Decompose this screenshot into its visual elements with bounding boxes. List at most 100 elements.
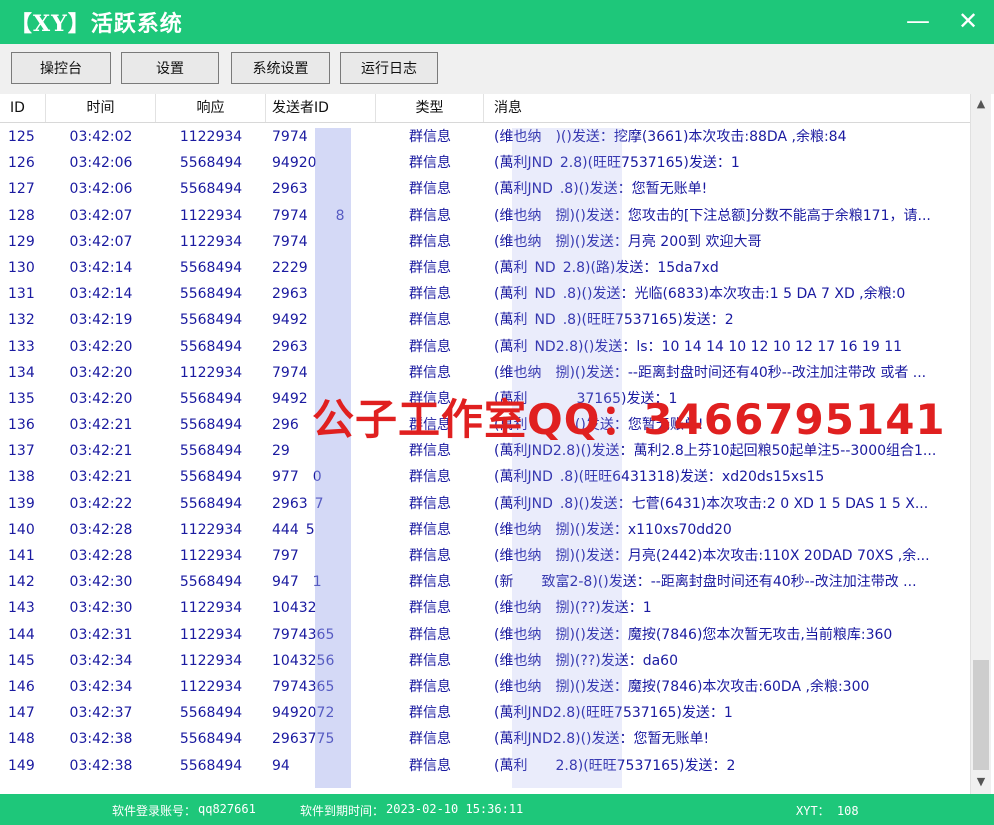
cell-type: 群信息 <box>409 574 451 591</box>
column-header-message[interactable]: 消息 <box>484 94 970 122</box>
cell-id: 127 <box>8 181 35 198</box>
cell-id: 135 <box>8 390 35 407</box>
cell-type: 群信息 <box>409 652 451 669</box>
cell-id: 141 <box>8 548 35 564</box>
cell-response: 5568494 <box>179 443 243 460</box>
cell-id: 125 <box>8 129 35 145</box>
cell-id: 131 <box>8 286 35 303</box>
cell-time: 03:42:28 <box>69 521 133 538</box>
cell-response: 5568494 <box>179 338 243 355</box>
blur-overlay <box>315 128 351 788</box>
table-row[interactable]: 130 03:42:14 5568494 2229 群信息 (萬利 ND 2.8)(路)… <box>0 255 970 281</box>
account-label: 软件登录账号： <box>112 804 197 818</box>
scroll-down-icon[interactable]: ▼ <box>971 772 991 792</box>
table-row[interactable]: 128 03:42:07 1122934 7974 8 群信息 (维也纳 捌)()发送：您… <box>0 203 970 229</box>
cell-id: 144 <box>8 626 35 643</box>
status-bar: 软件登录账号： qq827661 软件到期时间： 2023-02-10 15:3… <box>0 794 994 825</box>
minimize-button[interactable]: — <box>906 6 930 36</box>
cell-type: 群信息 <box>409 207 451 224</box>
cell-response: 5568494 <box>179 757 243 774</box>
vertical-scrollbar[interactable]: ▲ ▼ <box>970 94 991 794</box>
cell-response: 5568494 <box>179 155 243 172</box>
column-header-type[interactable]: 类型 <box>376 94 484 122</box>
cell-time: 03:42:30 <box>69 600 133 617</box>
cell-id: 147 <box>8 705 35 722</box>
close-button[interactable]: ✕ <box>958 6 978 36</box>
table-row[interactable]: 126 03:42:06 5568494 94920 群信息 (萬利JND 2.8)(旺… <box>0 150 970 176</box>
table-row[interactable]: 149 03:42:38 5568494 94 群信息 (萬利 2.8)(旺旺75371… <box>0 753 970 779</box>
cell-type: 群信息 <box>409 548 451 564</box>
cell-response: 5568494 <box>179 469 243 486</box>
cell-response: 5568494 <box>179 731 243 748</box>
blur-overlay <box>512 128 622 788</box>
table-row[interactable]: 143 03:42:30 1122934 10432 群信息 (维也纳 捌)(??)发送… <box>0 595 970 621</box>
cell-response: 5568494 <box>179 574 243 591</box>
cell-time: 03:42:21 <box>69 443 133 460</box>
table-row[interactable]: 148 03:42:38 5568494 2963775 群信息 (萬利JND2.8)(… <box>0 726 970 752</box>
cell-response: 5568494 <box>179 312 243 329</box>
table-row[interactable]: 131 03:42:14 5568494 2963 群信息 (萬利 ND .8)()发送… <box>0 281 970 307</box>
cell-id: 138 <box>8 469 35 486</box>
settings-button[interactable]: 设置 <box>121 52 219 84</box>
cell-type: 群信息 <box>409 495 451 512</box>
table-row[interactable]: 146 03:42:34 1122934 7974365 群信息 (维也纳 捌)()发送… <box>0 674 970 700</box>
cell-time: 03:42:14 <box>69 286 133 303</box>
cell-id: 149 <box>8 757 35 774</box>
cell-time: 03:42:30 <box>69 574 133 591</box>
cell-time: 03:42:28 <box>69 548 133 564</box>
cell-id: 133 <box>8 338 35 355</box>
cell-response: 1122934 <box>179 626 243 643</box>
scrollbar-thumb[interactable] <box>973 660 989 770</box>
table-row[interactable]: 129 03:42:07 1122934 7974 群信息 (维也纳 捌)()发送：月亮… <box>0 229 970 255</box>
cell-type: 群信息 <box>409 469 451 486</box>
cell-response: 1122934 <box>179 233 243 250</box>
table-row[interactable]: 138 03:42:21 5568494 977 0 群信息 (萬利JND .8)(旺旺… <box>0 464 970 490</box>
column-header-id[interactable]: ID <box>0 94 46 122</box>
window-title: 【XY】活跃系统 <box>10 11 183 37</box>
cell-type: 群信息 <box>409 731 451 748</box>
cell-time: 03:42:20 <box>69 390 133 407</box>
run-log-button[interactable]: 运行日志 <box>340 52 438 84</box>
table-row[interactable]: 132 03:42:19 5568494 9492 群信息 (萬利 ND .8)(旺旺7… <box>0 307 970 333</box>
cell-response: 5568494 <box>179 390 243 407</box>
system-settings-button[interactable]: 系统设置 <box>231 52 330 84</box>
expire-label: 软件到期时间： <box>300 804 385 818</box>
table-row[interactable]: 145 03:42:34 1122934 1043256 群信息 (维也纳 捌)(??)… <box>0 648 970 674</box>
table-row[interactable]: 139 03:42:22 5568494 2963 7 群信息 (萬利JND .8)()… <box>0 491 970 517</box>
cell-time: 03:42:06 <box>69 181 133 198</box>
expire-value: 2023-02-10 15:36:11 <box>386 802 524 816</box>
cell-time: 03:42:21 <box>69 469 133 486</box>
table-row[interactable]: 142 03:42:30 5568494 947 1 群信息 (新 致富2-8)()发送… <box>0 569 970 595</box>
column-header-response[interactable]: 响应 <box>156 94 266 122</box>
column-header-sender-id[interactable]: 发送者ID <box>266 94 376 122</box>
cell-response: 1122934 <box>179 548 243 564</box>
cell-id: 134 <box>8 364 35 381</box>
column-header-time[interactable]: 时间 <box>46 94 156 122</box>
cell-time: 03:42:07 <box>69 207 133 224</box>
table-row[interactable]: 147 03:42:37 5568494 9492072 群信息 (萬利JND2.8)(… <box>0 700 970 726</box>
cell-response: 1122934 <box>179 652 243 669</box>
cell-type: 群信息 <box>409 705 451 722</box>
watermark: 公子工作室QQ：3466795141 <box>312 395 946 444</box>
cell-time: 03:42:19 <box>69 312 133 329</box>
table-row[interactable]: 133 03:42:20 5568494 2963 群信息 (萬利 ND2.8)()发送… <box>0 334 970 360</box>
table-row[interactable]: 144 03:42:31 1122934 7974365 群信息 (维也纳 捌)()发送… <box>0 622 970 648</box>
cell-id: 132 <box>8 312 35 329</box>
console-button[interactable]: 操控台 <box>11 52 111 84</box>
table-row[interactable]: 134 03:42:20 1122934 7974 群信息 (维也纳 捌)()发送：--… <box>0 360 970 386</box>
cell-id: 129 <box>8 233 35 250</box>
table-row[interactable]: 127 03:42:06 5568494 2963 群信息 (萬利JND .8)()发送… <box>0 176 970 202</box>
cell-response: 5568494 <box>179 495 243 512</box>
scroll-up-icon[interactable]: ▲ <box>971 94 991 114</box>
cell-response: 5568494 <box>179 705 243 722</box>
cell-id: 128 <box>8 207 35 224</box>
table-row[interactable]: 140 03:42:28 1122934 444 5 群信息 (维也纳 捌)()发送：x… <box>0 517 970 543</box>
cell-time: 03:42:20 <box>69 364 133 381</box>
cell-id: 130 <box>8 259 35 276</box>
cell-type: 群信息 <box>409 678 451 695</box>
cell-time: 03:42:14 <box>69 259 133 276</box>
table-row[interactable]: 141 03:42:28 1122934 797 群信息 (维也纳 捌)()发送：月亮(… <box>0 543 970 569</box>
cell-time: 03:42:31 <box>69 626 133 643</box>
cell-id: 126 <box>8 155 35 172</box>
table-row[interactable]: 125 03:42:02 1122934 7974 群信息 (维也纳 )()发送：挖摩(… <box>0 124 970 150</box>
